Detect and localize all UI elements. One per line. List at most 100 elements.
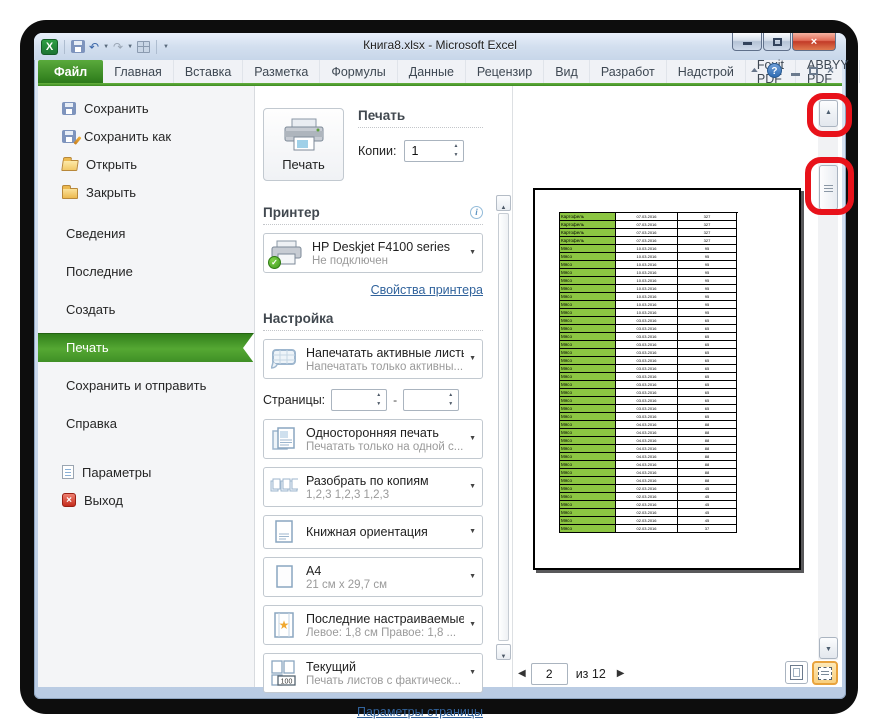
spinner-up-icon[interactable]: ▲ [449,144,462,149]
ribbon-tab[interactable]: Разработ [590,60,667,83]
cell-value: 95 [678,301,737,309]
page-number-box[interactable] [530,662,568,685]
dropdown-title: Последние настраиваемые ... [306,611,464,626]
show-margins-button[interactable] [785,661,808,684]
duplex-dropdown[interactable]: Односторонняя печать Печатать только на … [263,419,483,459]
copies-spinner-arrows[interactable]: ▲ ▼ [449,142,462,160]
pages-range-dash: - [393,393,398,407]
spinner-down-icon[interactable]: ▼ [449,153,462,158]
next-page-button[interactable]: ▶ [612,668,630,679]
dropdown-subtitle: Печатать только на одной с... [306,440,464,453]
cell-product: Мясо [560,445,616,453]
margins-dropdown[interactable]: ★ Последние настраиваемые ... Левое: 1,8… [263,605,483,645]
annotation-highlight-scroll-thumb [805,157,854,215]
pages-to-arrows[interactable]: ▲ ▼ [444,391,457,409]
help-icon[interactable]: ? [766,63,782,78]
spinner-down-icon[interactable]: ▼ [372,402,385,407]
orientation-dropdown[interactable]: Книжная ориентация ▼ [263,515,483,549]
ribbon-right-zone: ▲ ? × [732,60,842,83]
sidebar-nav-item[interactable]: Справка [38,404,254,442]
cell-product: Мясо [560,285,616,293]
table-row: Мясо 04.03.2016 88 [560,469,738,477]
table-row: Мясо 10.03.2016 95 [560,301,738,309]
dropdown-subtitle: Левое: 1,8 см Правое: 1,8 ... [306,626,457,639]
sidebar-nav-item[interactable]: Печать [38,332,254,363]
minimize-button[interactable] [732,33,762,51]
table-row: Мясо 10.03.2016 95 [560,309,738,317]
sidebar-item-exit[interactable]: × Выход [38,486,254,514]
collapse-ribbon-icon[interactable]: ▲ [749,67,760,74]
workbook-restore-icon[interactable] [808,66,818,75]
cell-date: 10.03.2016 [616,301,678,309]
cell-product: Мясо [560,325,616,333]
cell-product: Картофель [560,221,616,229]
maximize-button[interactable] [763,33,791,51]
printer-properties-link[interactable]: Свойства принтера [371,283,483,297]
cell-date: 10.03.2016 [616,277,678,285]
table-row: Мясо 04.03.2016 88 [560,429,738,437]
cell-product: Мясо [560,493,616,501]
chevron-down-icon: ▼ [469,669,476,676]
ribbon-tab[interactable]: Вставка [174,60,244,83]
ribbon-tab[interactable]: Рецензир [466,60,545,83]
zoom-to-page-button[interactable] [812,661,838,685]
sidebar-nav-item[interactable]: Создать [38,290,254,328]
options-icon [62,465,74,479]
sidebar-item-options[interactable]: Параметры [38,458,254,486]
paper-size-dropdown[interactable]: A4 21 см x 29,7 см ▼ [263,557,483,597]
title-bar: X ↶ ▼ ↷ ▼ ▼ Книга8.xlsx - Microsoft Exce… [34,33,846,60]
info-icon[interactable]: i [470,206,483,219]
collate-dropdown[interactable]: Разобрать по копиям 1,2,3 1,2,3 1,2,3 ▼ [263,467,483,507]
copies-stepper[interactable]: ▲ ▼ [404,140,465,162]
cell-date: 03.03.2016 [616,333,678,341]
ribbon-tab[interactable]: Разметка [243,60,321,83]
workbook-minimize-icon[interactable] [790,73,800,76]
cell-product: Мясо [560,453,616,461]
workbook-close-icon[interactable]: × [827,63,834,78]
cell-value: 88 [678,469,737,477]
settings-scroll-up-button[interactable]: ▲ [496,195,511,211]
ribbon-tab[interactable]: Файл [38,60,104,83]
sidebar-item-label: Выход [84,492,123,508]
sidebar-item-open[interactable]: Открыть [38,150,254,178]
sidebar-item-save[interactable]: Сохранить [38,94,254,122]
pages-from-stepper[interactable]: ▲ ▼ [331,389,388,411]
pages-to-stepper[interactable]: ▲ ▼ [403,389,460,411]
print-what-dropdown[interactable]: Напечатать активные листы Напечатать тол… [263,339,483,379]
ribbon-tab[interactable]: Формулы [320,60,398,83]
sidebar-nav-item[interactable]: Сведения [38,214,254,252]
printer-dropdown[interactable]: ✓ HP Deskjet F4100 series Не подключен ▼ [263,233,483,273]
previous-page-button[interactable]: ◀ [513,668,531,679]
cell-product: Мясо [560,381,616,389]
spinner-up-icon[interactable]: ▲ [372,393,385,398]
table-row: Мясо 03.03.2016 65 [560,373,738,381]
table-row: Мясо 04.03.2016 88 [560,461,738,469]
cell-value: 45 [678,493,737,501]
cell-date: 04.03.2016 [616,477,678,485]
close-button[interactable]: × [792,33,836,51]
table-row: Мясо 10.03.2016 95 [560,277,738,285]
cell-product: Мясо [560,525,616,533]
sidebar-item-close[interactable]: Закрыть [38,178,254,206]
settings-scrollbar-thumb[interactable] [498,213,509,641]
settings-scroll-down-button[interactable]: ▼ [496,644,511,660]
print-button-label: Печать [282,156,325,172]
print-button[interactable]: Печать [263,108,344,181]
pages-from-arrows[interactable]: ▲ ▼ [372,391,385,409]
spinner-down-icon[interactable]: ▼ [444,402,457,407]
scale-100-icon: 100 [270,660,298,686]
page-number-input[interactable] [531,663,567,684]
spinner-up-icon[interactable]: ▲ [444,393,457,398]
sidebar-nav-item[interactable]: Последние [38,252,254,290]
ribbon-tab[interactable]: Вид [544,60,590,83]
preview-page-navigation: ◀ из 12 ▶ [513,660,843,687]
ribbon-tab[interactable]: Данные [398,60,466,83]
sidebar-nav-item[interactable]: Сохранить и отправить [38,366,254,404]
cell-date: 02.03.2016 [616,485,678,493]
page-setup-link[interactable]: Параметры страницы [357,705,483,719]
sidebar-item-save-as[interactable]: Сохранить как [38,122,254,150]
scaling-dropdown[interactable]: 100 Текущий Печать листов с фактическ...… [263,653,483,693]
preview-scroll-down-button[interactable]: ▼ [819,637,838,659]
cell-product: Мясо [560,309,616,317]
ribbon-tab[interactable]: Главная [103,60,174,83]
